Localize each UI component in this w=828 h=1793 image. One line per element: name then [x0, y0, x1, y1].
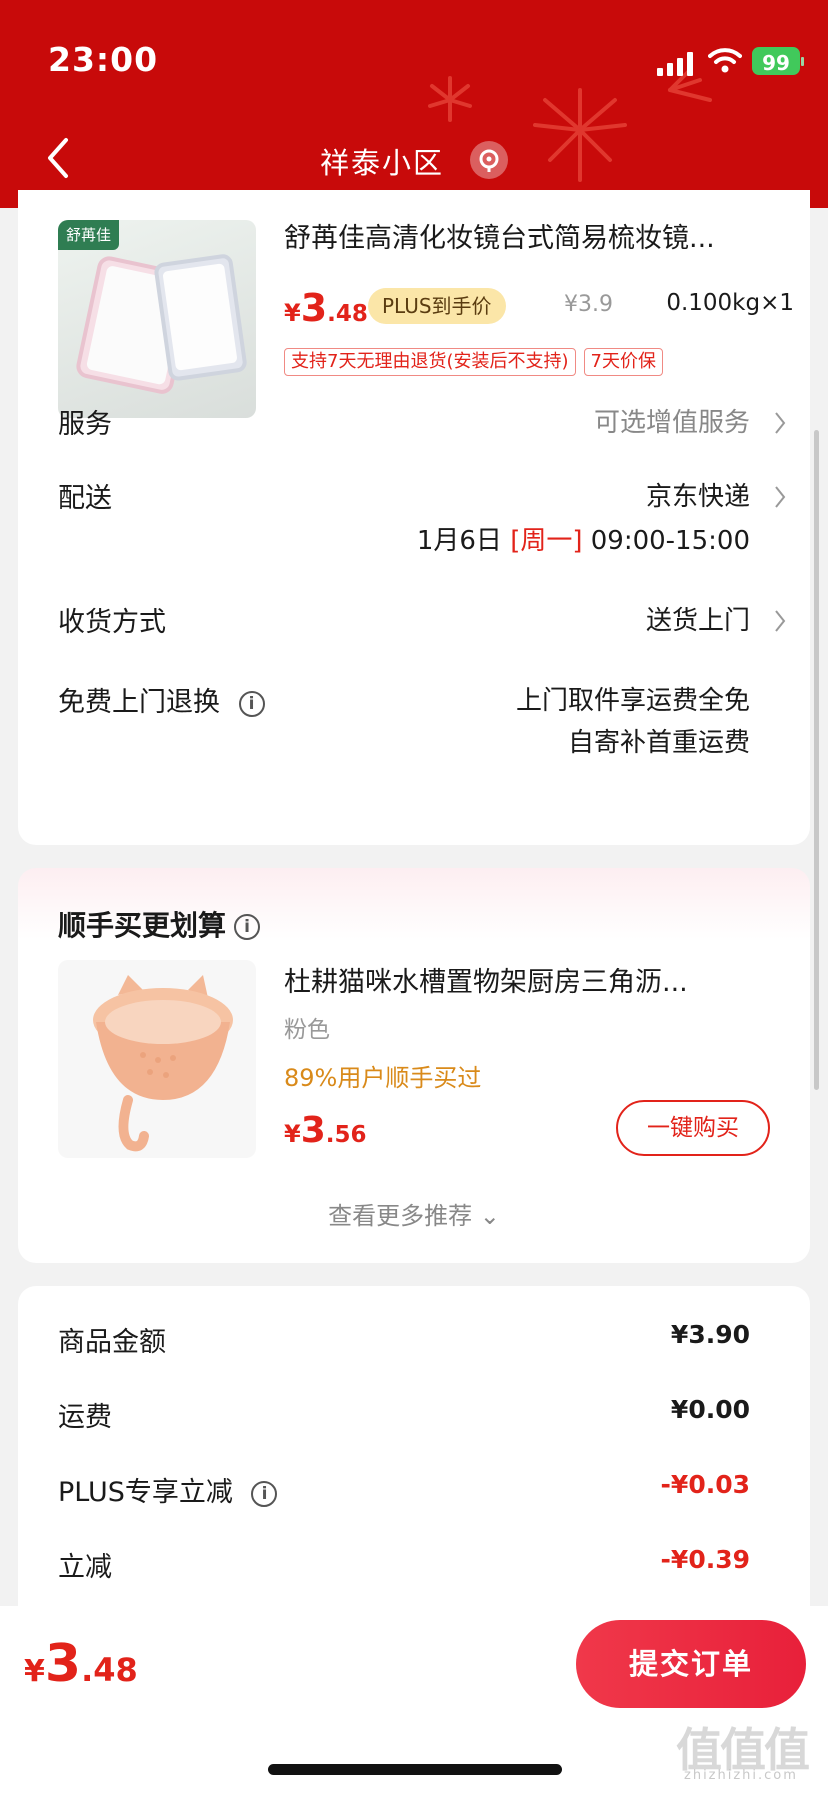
price-row: ¥3.48 PLUS到手价 ¥3.9 0.100kg×1 — [284, 286, 794, 330]
more-recommend-label: 查看更多推荐 — [328, 1202, 473, 1230]
price-int: 3 — [300, 286, 328, 330]
summary-row: PLUS专享立减 i -¥0.03 — [58, 1470, 750, 1510]
recommend-title-wrap: 顺手买更划算 i — [58, 904, 261, 944]
service-label: 服务 — [58, 409, 112, 440]
free-return-label-wrap: 免费上门退换 i — [58, 680, 265, 719]
recommend-product-name[interactable]: 杜耕猫咪水槽置物架厨房三角沥... — [284, 960, 784, 999]
chevron-right-icon — [775, 610, 786, 632]
watermark-url: zhizhizhi.com — [684, 1768, 798, 1783]
original-price: ¥3.9 — [564, 292, 613, 317]
quantity: 0.100kg×1 — [666, 290, 794, 316]
summary-value: ¥3.90 — [670, 1320, 750, 1349]
service-row[interactable]: 服务 可选增值服务 — [58, 402, 788, 442]
product-title[interactable]: 舒苒佳高清化妆镜台式简易梳妆镜... — [284, 216, 764, 255]
brand-tag: 舒苒佳 — [58, 220, 120, 250]
chevron-down-icon: ⌄ — [479, 1202, 500, 1230]
price-protect-tag: 7天价保 — [583, 348, 663, 376]
summary-row: 立减 -¥0.39 — [58, 1545, 750, 1585]
recommend-product-image[interactable] — [58, 960, 256, 1158]
return-policy-tag: 支持7天无理由退货(安装后不支持) — [284, 348, 576, 376]
plus-price-tag: PLUS到手价 — [368, 288, 506, 324]
cellular-signal-icon — [657, 52, 693, 76]
recommend-product-color: 粉色 — [284, 1017, 330, 1043]
summary-value: -¥0.03 — [660, 1470, 750, 1499]
service-value: 可选增值服务 — [593, 408, 750, 438]
delivery-row[interactable]: 配送 京东快递 1月6日 [周一] 09:00-15:00 — [58, 476, 788, 556]
chevron-right-icon — [775, 486, 786, 508]
header: 23:00 99 祥泰小区 — [0, 0, 828, 208]
chevron-right-icon — [775, 412, 786, 434]
free-return-row: 免费上门退换 i 上门取件享运费全免 自寄补首重运费 — [58, 680, 788, 760]
delivery-value: 京东快递 — [645, 482, 750, 512]
recommend-title: 顺手买更划算 — [58, 909, 227, 942]
summary-label: 立减 — [58, 1552, 112, 1583]
price-dec: .48 — [327, 301, 368, 327]
summary-value: ¥0.00 — [670, 1395, 750, 1424]
total-dec: .48 — [81, 1651, 138, 1689]
one-click-buy-button[interactable]: 一键购买 — [616, 1100, 770, 1156]
receive-method-row[interactable]: 收货方式 送货上门 — [58, 600, 788, 640]
receive-method-value: 送货上门 — [645, 606, 750, 636]
free-return-line2: 自寄补首重运费 — [567, 728, 750, 758]
summary-label: 商品金额 — [58, 1327, 166, 1358]
delivery-time: 1月6日 [周一] 09:00-15:00 — [417, 520, 750, 557]
nav-title[interactable]: 祥泰小区 — [320, 140, 444, 182]
total-int: 3 — [44, 1634, 82, 1694]
price-summary-card: 商品金额 ¥3.90 运费 ¥0.00 PLUS专享立减 i -¥0.03 立减… — [18, 1286, 810, 1626]
price-currency: ¥ — [284, 299, 301, 327]
delivery-label: 配送 — [58, 483, 112, 514]
delivery-window: 09:00-15:00 — [590, 526, 750, 556]
scrollbar[interactable] — [814, 430, 819, 1090]
wifi-icon — [708, 48, 742, 73]
status-bar: 23:00 99 — [0, 0, 828, 110]
back-arrow-icon[interactable] — [42, 136, 74, 180]
info-icon[interactable]: i — [234, 914, 261, 940]
total-currency: ¥ — [24, 1654, 45, 1689]
info-icon[interactable]: i — [238, 690, 265, 717]
battery-icon: 99 — [752, 47, 804, 75]
order-product-card: 舒苒佳 舒苒佳高清化妆镜台式简易梳妆镜... ¥3.48 PLUS到手价 ¥3.… — [18, 190, 810, 845]
delivery-weekday: [周一] — [510, 526, 583, 556]
recommend-card: 顺手买更划算 i 杜耕猫咪水槽置物架厨房三角沥... 粉色 89%用户顺手买过 ¥… — [18, 868, 810, 1263]
rec-price-dec: .56 — [325, 1122, 367, 1148]
total-price: ¥3.48 — [24, 1634, 138, 1694]
recommend-price: ¥3.56 — [284, 1110, 367, 1151]
rec-price-currency: ¥ — [284, 1120, 301, 1148]
summary-label: 运费 — [58, 1402, 112, 1433]
free-return-line1: 上门取件享运费全免 — [515, 686, 750, 716]
plus-price: ¥3.48 — [284, 286, 368, 330]
rec-price-int: 3 — [300, 1110, 326, 1151]
info-icon[interactable]: i — [251, 1480, 278, 1507]
recommend-buyers-rate: 89%用户顺手买过 — [284, 1064, 482, 1092]
more-recommend-link[interactable]: 查看更多推荐 ⌄ — [18, 1196, 810, 1231]
home-indicator[interactable] — [268, 1764, 562, 1775]
location-pin-icon[interactable] — [470, 141, 508, 179]
summary-label: PLUS专享立减 — [58, 1477, 233, 1508]
summary-row: 运费 ¥0.00 — [58, 1395, 750, 1435]
receive-method-label: 收货方式 — [58, 607, 166, 638]
delivery-date: 1月6日 — [416, 526, 502, 556]
service-tags: 支持7天无理由退货(安装后不支持) 7天价保 — [284, 348, 671, 376]
status-time: 23:00 — [48, 40, 159, 79]
free-return-label: 免费上门退换 — [58, 687, 220, 718]
summary-row: 商品金额 ¥3.90 — [58, 1320, 750, 1360]
submit-order-button[interactable]: 提交订单 — [576, 1620, 806, 1708]
product-image[interactable]: 舒苒佳 — [58, 220, 256, 418]
summary-value: -¥0.39 — [660, 1545, 750, 1574]
summary-label-wrap: PLUS专享立减 i — [58, 1470, 278, 1509]
bottom-bar: ¥3.48 提交订单 值值值 zhizhizhi.com — [0, 1606, 828, 1793]
